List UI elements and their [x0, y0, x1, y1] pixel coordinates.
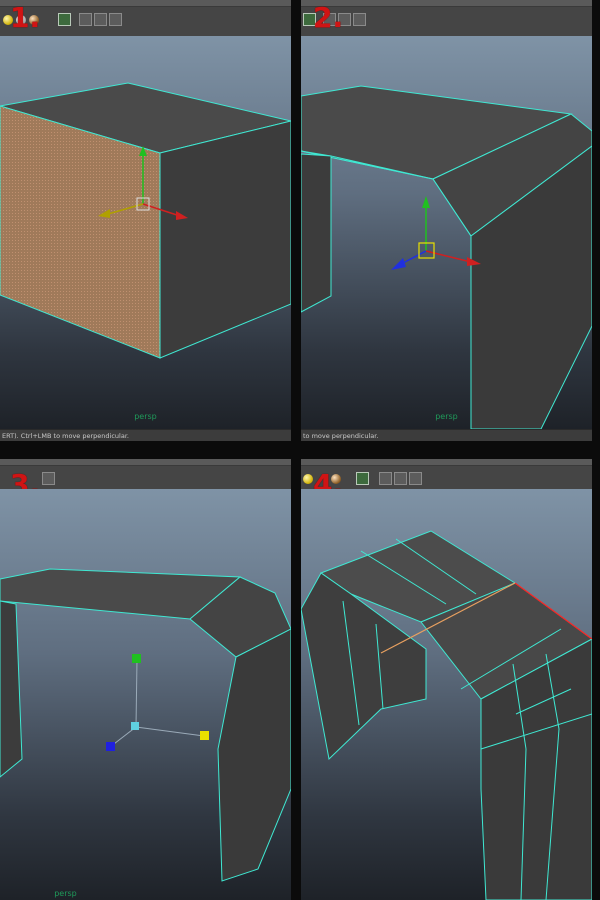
3d-viewport[interactable]: persp: [0, 489, 291, 900]
cube-right-face[interactable]: [159, 120, 291, 359]
viewport-panel-4: 4.: [301, 459, 592, 900]
viewport-label: persp: [134, 412, 157, 421]
step-number: 2.: [313, 1, 344, 34]
share-icon[interactable]: [409, 472, 422, 485]
right-leg[interactable]: [217, 628, 291, 882]
help-line: to move perpendicular.: [301, 429, 592, 441]
select-tool-icon[interactable]: [58, 13, 71, 26]
panel-top-strip: [301, 0, 592, 7]
viewport-panel-1: 1. persp ERT). Ctrl+LMB to move perpendi…: [0, 0, 291, 441]
step-number: 1.: [10, 1, 41, 34]
y-axis-arrow[interactable]: [422, 196, 430, 208]
z-scale-cube[interactable]: [106, 742, 115, 751]
bent-shape-scene: [301, 530, 592, 900]
cube-scene: [0, 82, 291, 359]
x-axis-handle[interactable]: [425, 250, 472, 263]
cube-icon[interactable]: [379, 472, 392, 485]
left-leg[interactable]: [0, 600, 23, 778]
duplicate-icon[interactable]: [94, 13, 107, 26]
left-leg[interactable]: [301, 153, 332, 313]
viewport-toolbar: [0, 7, 291, 36]
share-icon[interactable]: [42, 472, 55, 485]
x-scale-handle[interactable]: [135, 726, 205, 737]
z-axis-arrow[interactable]: [391, 258, 406, 270]
cube-icon[interactable]: [79, 13, 92, 26]
x-scale-cube[interactable]: [200, 731, 209, 740]
bent-shape-scene: [0, 568, 291, 882]
duplicate-icon[interactable]: [394, 472, 407, 485]
3d-viewport[interactable]: persp: [301, 36, 592, 429]
y-scale-cube[interactable]: [132, 654, 141, 663]
viewport-toolbar: [301, 7, 592, 36]
3d-viewport[interactable]: [301, 489, 592, 900]
panel-top-strip: [301, 459, 592, 466]
panel-top-strip: [0, 459, 291, 466]
share-icon[interactable]: [353, 13, 366, 26]
viewport-label: persp: [54, 889, 77, 898]
viewport-panel-2: 2. persp to move perpendicular.: [301, 0, 592, 441]
y-scale-handle[interactable]: [135, 658, 138, 728]
yellow-light-icon[interactable]: [303, 474, 313, 484]
3d-viewport[interactable]: persp: [0, 36, 291, 429]
panel-top-strip: [0, 0, 291, 7]
select-tool-icon[interactable]: [356, 472, 369, 485]
bent-shape-scene: [301, 85, 592, 429]
help-line: ERT). Ctrl+LMB to move perpendicular.: [0, 429, 291, 441]
manipulator-center[interactable]: [131, 722, 139, 730]
share-icon[interactable]: [109, 13, 122, 26]
viewport-panel-3: 3. persp: [0, 459, 291, 900]
viewport-label: persp: [435, 412, 458, 421]
